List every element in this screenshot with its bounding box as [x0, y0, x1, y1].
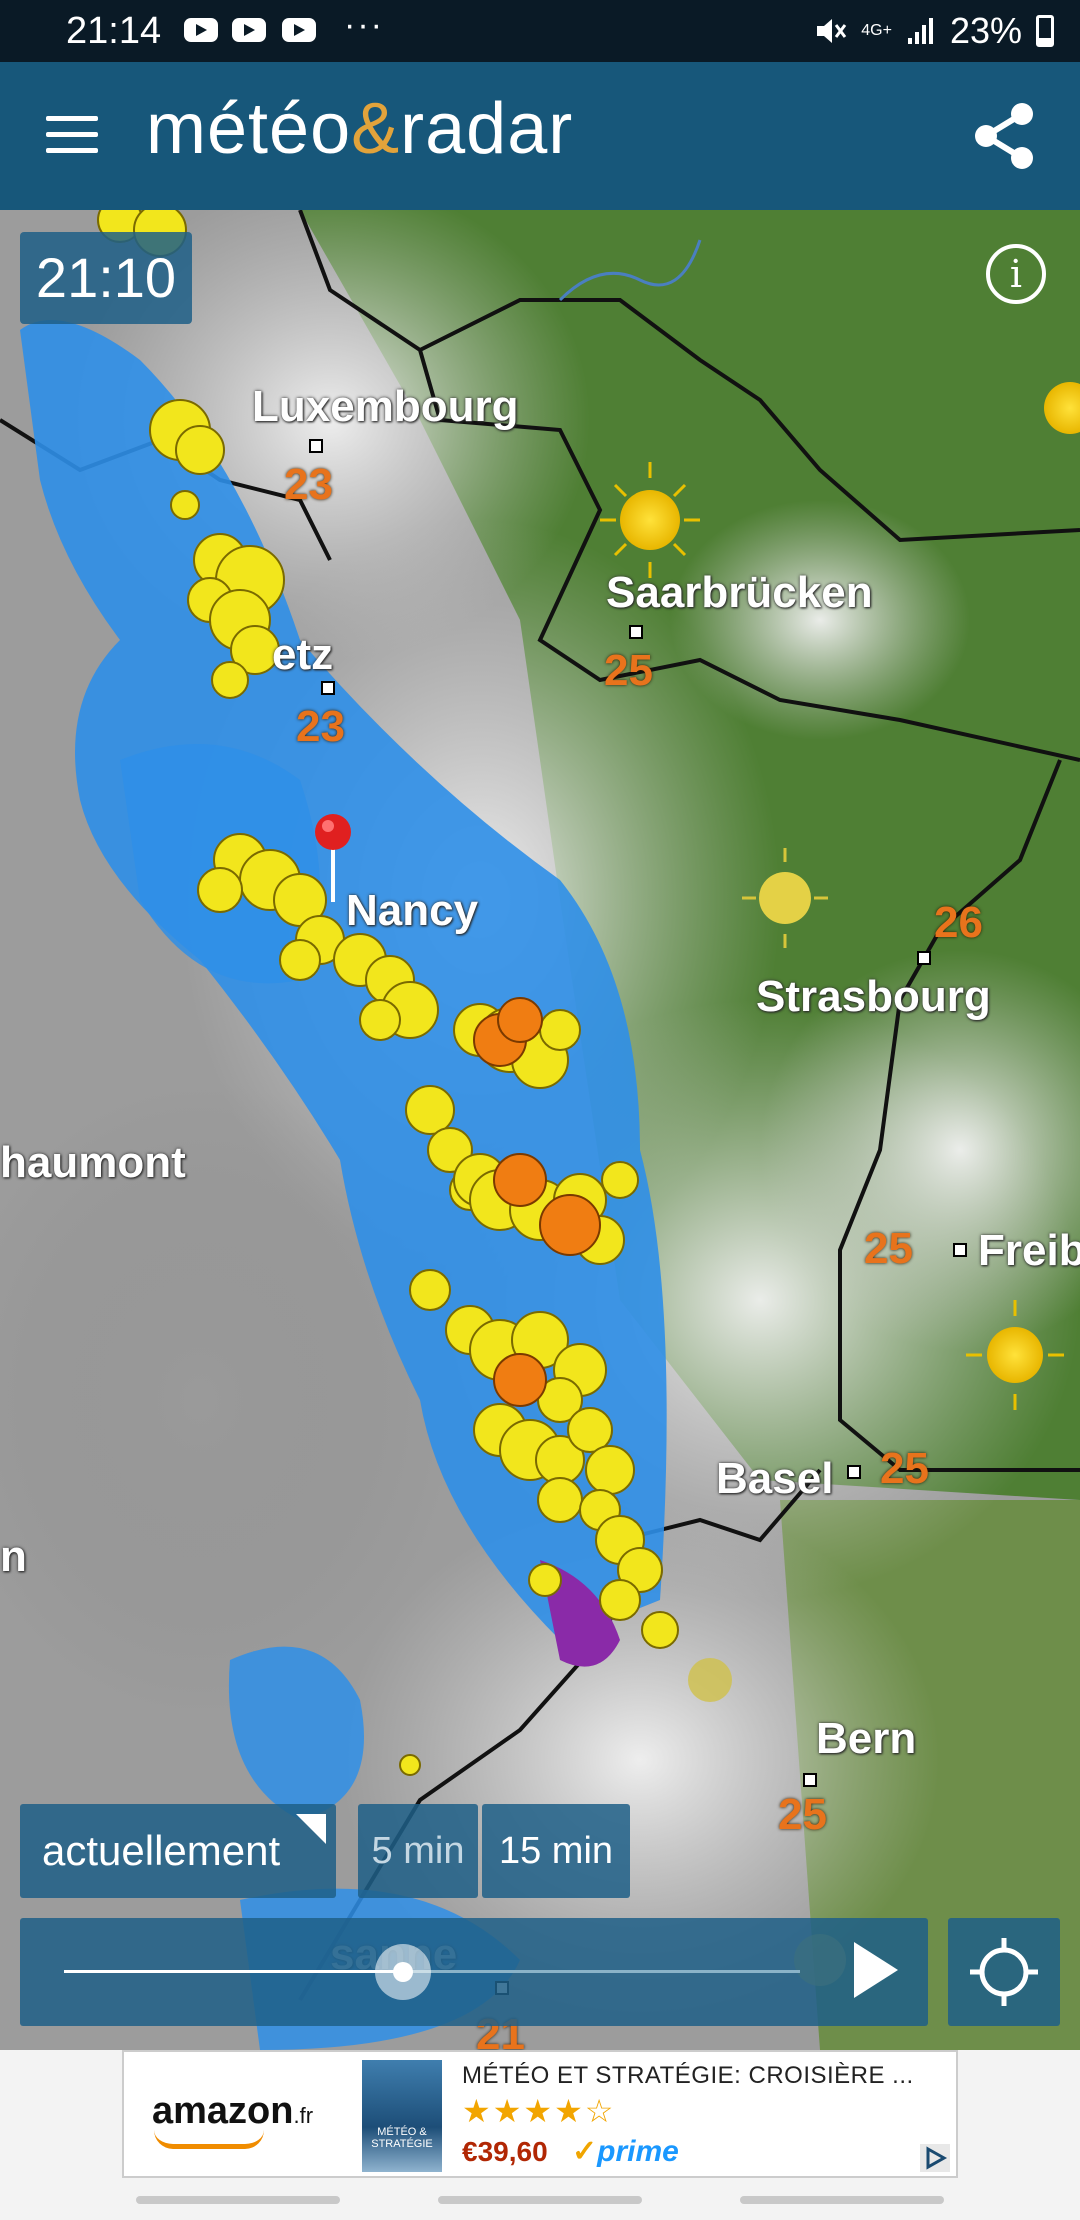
share-icon[interactable]	[968, 100, 1040, 172]
mute-icon	[817, 19, 847, 43]
book-cover-text: MÉTÉO & STRATÉGIE	[371, 2126, 433, 2150]
step-5min-button[interactable]: 5 min	[358, 1804, 478, 1898]
battery-icon	[1036, 15, 1054, 47]
ad-banner[interactable]: amazon.fr MÉTÉO & STRATÉGIE MÉTÉO ET STR…	[0, 2050, 1080, 2184]
timeline-progress	[64, 1970, 403, 1973]
logo-text-meteo: météo	[146, 89, 352, 169]
playback-bar	[20, 1918, 928, 2026]
temperature-label: 25	[880, 1444, 929, 1493]
timeline-slider[interactable]	[64, 1970, 800, 1973]
city-label: Nancy	[346, 886, 479, 935]
amazon-logo: amazon.fr	[152, 2090, 313, 2133]
city-label: Saarbrücken	[606, 568, 873, 617]
ad-product-title: MÉTÉO ET STRATÉGIE: CROISIÈRE ...	[462, 2062, 914, 2089]
app-bar: météo&radar	[0, 62, 1080, 210]
logo-text-radar: radar	[400, 89, 574, 169]
now-label: actuellement	[42, 1827, 281, 1874]
youtube-notification-icon	[232, 18, 266, 42]
temperature-label: 23	[284, 460, 333, 509]
status-bar: 21:14 ··· 4G+ 23%	[0, 0, 1080, 62]
map-canvas[interactable]	[0, 210, 1080, 2050]
timeline-thumb[interactable]	[374, 1944, 431, 2000]
amazon-smile-icon	[154, 2130, 264, 2149]
youtube-notification-icon	[282, 18, 316, 42]
prime-badge: ✓prime	[572, 2134, 679, 2169]
nav-home-handle[interactable]	[438, 2196, 642, 2204]
play-icon[interactable]	[854, 1942, 898, 1998]
city-label: etz	[272, 630, 334, 679]
prime-label: prime	[597, 2135, 679, 2168]
more-notifications-icon: ···	[344, 6, 384, 44]
now-dropdown[interactable]: actuellement	[20, 1804, 336, 1898]
radar-timestamp: 21:10	[20, 232, 192, 324]
temperature-label: 25	[604, 646, 653, 695]
book-cover-image: MÉTÉO & STRATÉGIE	[362, 2060, 442, 2172]
temperature-label: 26	[934, 898, 983, 947]
status-time: 21:14	[66, 10, 162, 52]
prime-check-icon: ✓	[572, 2135, 598, 2168]
battery-percent: 23%	[949, 10, 1022, 51]
amazon-brand: amazon	[152, 2090, 294, 2132]
ad-price: €39,60	[462, 2136, 548, 2167]
city-label: Luxembourg	[252, 382, 519, 431]
hamburger-menu-icon[interactable]	[46, 116, 98, 156]
city-label: Basel	[716, 1454, 834, 1503]
logo-ampersand: &	[351, 89, 401, 169]
crosshair-location-icon[interactable]	[948, 1918, 1060, 2026]
amazon-tld: .fr	[293, 2103, 314, 2128]
info-icon[interactable]: i	[986, 244, 1046, 304]
signal-icon	[907, 18, 933, 44]
youtube-notification-icon	[184, 18, 218, 42]
city-label: n	[0, 1532, 27, 1581]
ad-content[interactable]: amazon.fr MÉTÉO & STRATÉGIE MÉTÉO ET STR…	[122, 2050, 958, 2178]
city-label: haumont	[0, 1138, 186, 1187]
radar-map[interactable]: Luxembourg 23 Saarbrücken 25 etz 23 Nanc…	[0, 210, 1080, 2050]
network-type: 4G+	[861, 22, 892, 39]
city-label: Freib	[978, 1226, 1080, 1275]
city-label: Bern	[816, 1714, 917, 1763]
temperature-label: 23	[296, 702, 345, 751]
step-15min-button[interactable]: 15 min	[482, 1804, 630, 1898]
temperature-label: 25	[864, 1224, 913, 1273]
nav-back-handle[interactable]	[136, 2196, 340, 2204]
sun-icon	[688, 1658, 732, 1702]
adchoices-icon[interactable]	[920, 2144, 950, 2172]
rating-stars-icon: ★★★★☆	[462, 2093, 616, 2129]
city-label: Strasbourg	[756, 972, 991, 1021]
temperature-label: 25	[778, 1790, 827, 1839]
nav-recents-handle[interactable]	[740, 2196, 944, 2204]
app-logo: météo&radar	[146, 88, 573, 170]
system-nav-bar	[0, 2184, 1080, 2220]
